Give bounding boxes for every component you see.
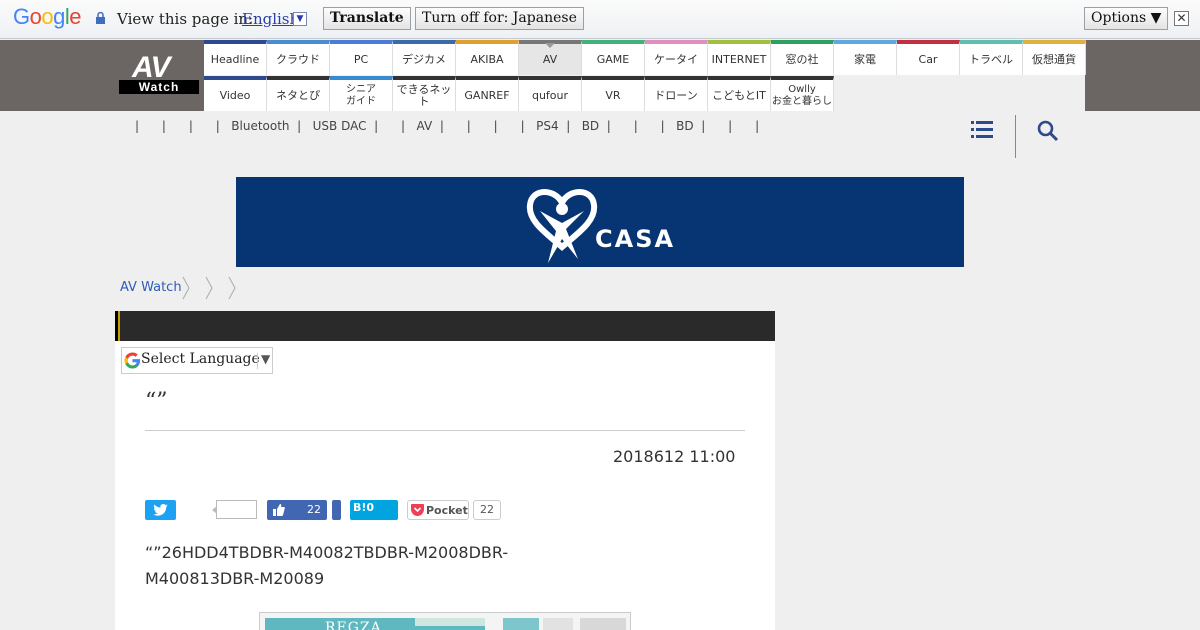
article-header-bar [115,311,775,341]
breadcrumb-chevron-icon [182,276,190,300]
secondary-nav-item[interactable]: シニア ガイド [330,76,393,111]
secondary-nav-item[interactable]: ネタとぴ [267,76,330,111]
article-body: “”26HDD4TBDBR-M40082TBDBR-M2008DBR- M400… [145,540,545,592]
secondary-nav-item[interactable]: ドローン [645,76,708,111]
language-link[interactable]: English [242,10,299,28]
secondary-nav-item[interactable]: GANREF [456,76,519,111]
secondary-nav-item[interactable]: Owlly お金と暮らし [771,76,834,111]
article-title: “” [145,389,168,414]
logo-watch: Watch [119,80,199,94]
nav-row-primary: Headline クラウド PC デジカメ AKIBA AV GAME ケータイ INTERNE… [204,40,1086,75]
site-logo[interactable]: AV Watch [115,40,204,111]
primary-nav-item[interactable]: AKIBA [456,40,519,75]
hatena-bookmark-button[interactable]: B!0 [350,500,398,520]
twitter-icon [153,504,168,516]
twitter-share-button[interactable] [145,500,176,520]
primary-nav-item[interactable]: 仮想通貨 [1023,40,1086,75]
translate-button[interactable]: Translate [323,7,411,30]
translate-bar: Google View this page in: English ▼ Tran… [0,0,1200,39]
product-image-strip [415,618,485,626]
nav-row-secondary: Video ネタとぴ シニア ガイド できるネット GANREF qufour VR ドローン… [204,76,834,111]
article-date: 2018612 11:00 [613,447,736,466]
pocket-count: 22 [473,500,501,520]
primary-nav-item[interactable]: トラベル [960,40,1023,75]
primary-nav-item[interactable]: AV [519,40,582,75]
view-page-label: View this page in: [117,10,254,28]
select-language-dropdown[interactable]: Select Language ▼ [121,347,273,374]
primary-nav-item[interactable]: クラウド [267,40,330,75]
pocket-icon [411,504,424,516]
secondary-nav-item[interactable]: qufour [519,76,582,111]
thumbs-up-icon [273,504,285,516]
product-image-brand: REGZA [325,620,382,630]
header-divider [1015,115,1016,158]
breadcrumb-home[interactable]: AV Watch [120,280,182,295]
turn-off-button[interactable]: Turn off for: Japanese [415,7,584,30]
hatena-label: B!0 [353,501,375,514]
sub-nav-text[interactable]: | | | | Bluetooth | USB DAC | | AV | | |… [135,119,759,133]
primary-nav-item[interactable]: Headline [204,40,267,75]
article-body-line: “”26HDD4TBDBR-M40082TBDBR-M2008DBR- [145,543,509,562]
facebook-like-count: 22 [307,503,321,516]
product-image-thumb [503,618,539,630]
primary-nav-item[interactable]: Car [897,40,960,75]
twitter-count-box [212,500,257,519]
google-logo: Google [13,4,82,29]
title-divider [145,430,745,431]
product-image-thumb [580,618,626,630]
primary-nav-item[interactable]: デジカメ [393,40,456,75]
primary-nav-item[interactable]: INTERNET [708,40,771,75]
secondary-nav-item[interactable]: こどもとIT [708,76,771,111]
facebook-like-button[interactable]: 22 [267,500,327,520]
primary-nav-item[interactable]: PC [330,40,393,75]
secondary-nav-item[interactable]: Video [204,76,267,111]
search-icon[interactable] [1037,120,1059,142]
article: Select Language ▼ “” 2018612 11:00 22 B!… [115,311,775,630]
select-separator [257,353,258,369]
article-body-line: M400813DBR-M20089 [145,569,325,588]
pocket-button[interactable]: Pocket [407,500,469,520]
options-button[interactable]: Options ▼ [1084,7,1169,30]
casa-brand-text: CASA [595,225,676,253]
breadcrumb-chevron-icon [205,276,213,300]
menu-icon[interactable] [971,121,993,138]
product-image-panel: REGZA [265,618,485,630]
secondary-nav-item[interactable]: できるネット [393,76,456,111]
pocket-label: Pocket [426,504,468,517]
breadcrumb-chevron-icon [228,276,236,300]
dropdown-arrow-icon: ▼ [261,352,271,366]
casa-banner-ad[interactable]: CASA [236,177,964,267]
casa-heart-logo [526,189,598,263]
lock-icon [96,12,105,24]
product-image[interactable]: REGZA [259,612,631,630]
language-dropdown-icon[interactable]: ▼ [293,12,307,26]
primary-nav-item[interactable]: 窓の社 [771,40,834,75]
product-image-thumb [543,618,573,630]
close-icon[interactable]: ✕ [1174,11,1189,26]
secondary-nav-item[interactable]: VR [582,76,645,111]
primary-nav-item[interactable]: 家電 [834,40,897,75]
google-g-icon [124,352,141,369]
facebook-share-button[interactable] [332,500,341,520]
sub-nav[interactable]: | | | | Bluetooth | USB DAC | | AV | | |… [135,119,759,133]
select-language-label: Select Language [141,351,260,367]
primary-nav-item[interactable]: GAME [582,40,645,75]
primary-nav-item[interactable]: ケータイ [645,40,708,75]
